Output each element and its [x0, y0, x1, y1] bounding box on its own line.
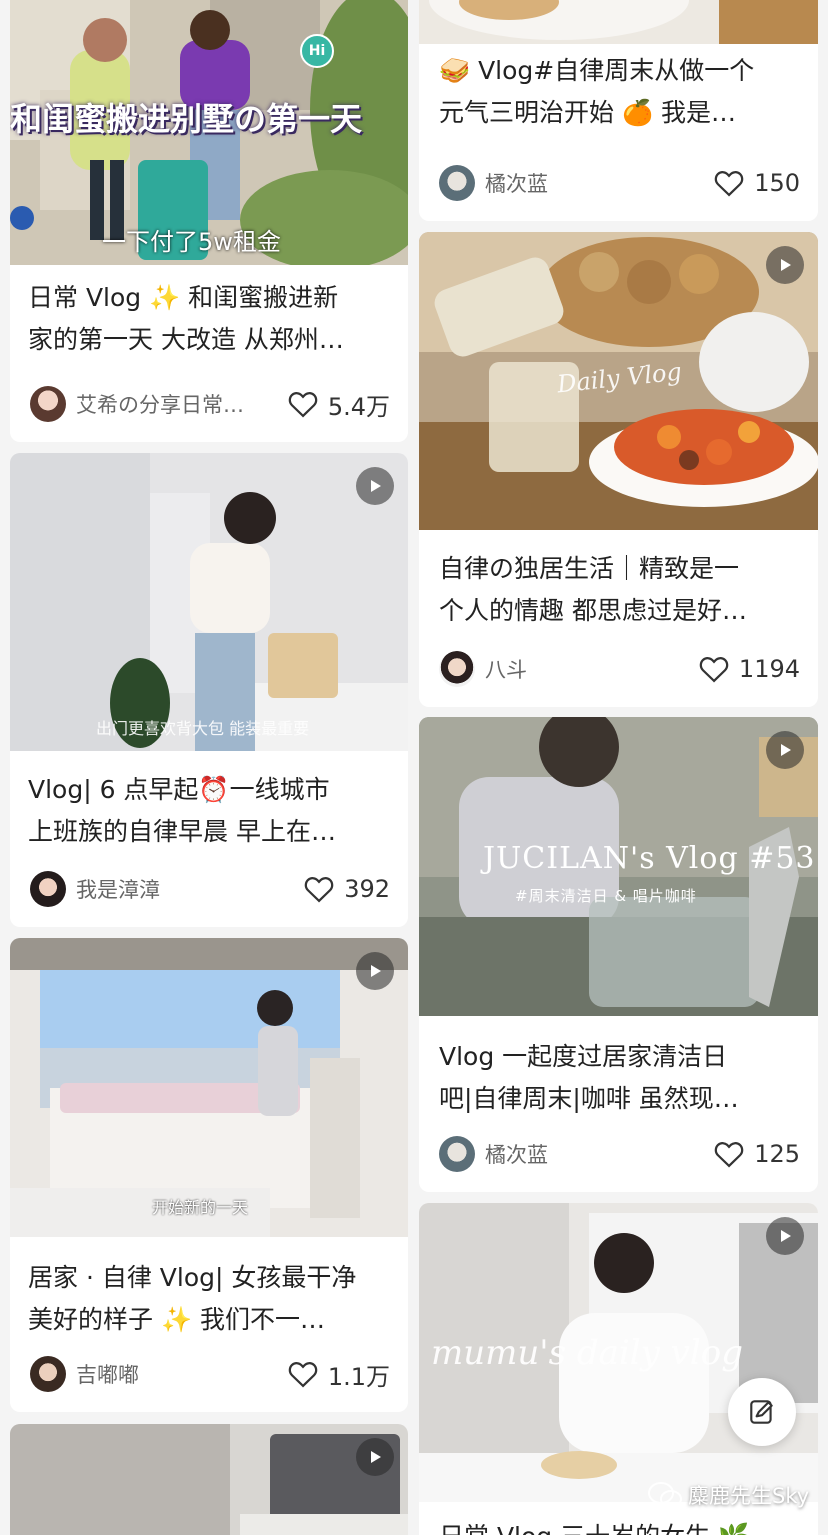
video-card[interactable]: JUCILAN's Vlog #53 #周末清洁日 & 唱片咖啡 Vlog 一起…: [419, 717, 818, 1192]
card-thumbnail[interactable]: mumu's daily vlog: [419, 1203, 818, 1502]
overlay-title: 和闺蜜搬进别墅の第一天: [10, 100, 363, 138]
card-thumbnail[interactable]: [419, 0, 818, 44]
author-name[interactable]: 我是漳漳: [76, 874, 304, 904]
thumbnail-scene: [10, 453, 408, 751]
play-button[interactable]: [766, 731, 804, 769]
card-thumbnail[interactable]: [10, 1424, 408, 1535]
compose-button[interactable]: [728, 1378, 796, 1446]
card-title-line: Vlog| 6 点早起⏰一线城市: [28, 775, 330, 804]
card-title-line: 日常 Vlog ✨ 和闺蜜搬进新: [28, 283, 339, 312]
thumbnail-scene: [419, 0, 818, 44]
overlay-subtitle: #周末清洁日 & 唱片咖啡: [515, 887, 697, 905]
card-title-line: Vlog 一起度过居家清洁日: [439, 1042, 728, 1071]
author-name[interactable]: 艾希の分享日常…: [76, 389, 288, 419]
video-card[interactable]: 🥪 Vlog#自律周末从做一个 元气三明治开始 🍊 我是… 橘次蓝 150: [419, 0, 818, 221]
heart-icon: [304, 877, 334, 903]
card-title-line: 家的第一天 大改造 从郑州…: [28, 325, 344, 354]
card-thumbnail[interactable]: 开始新的一天: [10, 938, 408, 1237]
overlay-subtitle: 一下付了5w租金: [102, 228, 281, 256]
card-title-line: 元气三明治开始 🍊 我是…: [439, 98, 737, 127]
card-title-line: 自律の独居生活｜精致是一: [439, 554, 740, 583]
play-icon: [781, 1230, 791, 1242]
play-icon: [371, 480, 381, 492]
card-meta: 橘次蓝 150: [419, 163, 818, 203]
like-button[interactable]: 5.4万: [288, 387, 390, 422]
like-count: 125: [754, 1140, 800, 1168]
author-name[interactable]: 吉嘟嘟: [76, 1359, 288, 1389]
video-card[interactable]: Daily Vlog 自律の独居生活｜精致是一 个人的情趣 都思虑过是好… 八斗…: [419, 232, 818, 707]
overlay-title: JUCILAN's Vlog #53: [483, 841, 816, 876]
compose-icon: [750, 1400, 773, 1424]
avatar[interactable]: [439, 1136, 475, 1172]
heart-icon: [288, 392, 318, 418]
play-icon: [781, 744, 791, 756]
play-button[interactable]: [766, 246, 804, 284]
wechat-icon: [648, 1482, 682, 1508]
like-count: 5.4万: [327, 392, 390, 421]
like-count: 392: [344, 875, 390, 903]
like-button[interactable]: 1194: [699, 655, 800, 683]
watermark: 麋鹿先生Sky: [648, 1480, 809, 1510]
avatar[interactable]: [30, 1356, 66, 1392]
card-thumbnail[interactable]: JUCILAN's Vlog #53 #周末清洁日 & 唱片咖啡: [419, 717, 818, 1016]
like-button[interactable]: 125: [714, 1140, 800, 1168]
avatar[interactable]: [30, 386, 66, 422]
play-icon: [371, 965, 381, 977]
author-name[interactable]: 八斗: [485, 654, 699, 684]
video-card[interactable]: 出门更喜欢背大包 能装最重要 Vlog| 6 点早起⏰一线城市 上班族的自律早晨…: [10, 453, 408, 927]
avatar[interactable]: [439, 651, 475, 687]
heart-icon: [699, 657, 729, 683]
card-thumbnail[interactable]: 出门更喜欢背大包 能装最重要: [10, 453, 408, 751]
card-thumbnail[interactable]: 和闺蜜搬进别墅の第一天 一下付了5w租金 Hi: [10, 0, 408, 265]
avatar[interactable]: [30, 871, 66, 907]
author-name[interactable]: 橘次蓝: [485, 168, 714, 198]
heart-icon: [714, 1142, 744, 1168]
watermark-text: 麋鹿先生Sky: [688, 1484, 810, 1508]
like-count: 1.1万: [327, 1362, 390, 1391]
thumbnail-scene: [10, 938, 408, 1237]
heart-icon: [714, 171, 744, 197]
play-button[interactable]: [356, 952, 394, 990]
play-icon: [371, 1451, 381, 1463]
play-button[interactable]: [356, 467, 394, 505]
card-meta: 八斗 1194: [419, 649, 818, 689]
author-name[interactable]: 橘次蓝: [485, 1139, 714, 1169]
heart-icon: [288, 1362, 318, 1388]
thumbnail-scene: [10, 1424, 408, 1535]
card-title-line: 个人的情趣 都思虑过是好…: [439, 596, 747, 625]
avatar[interactable]: [439, 165, 475, 201]
card-meta: 我是漳漳 392: [10, 869, 408, 909]
like-button[interactable]: 392: [304, 875, 390, 903]
play-button[interactable]: [766, 1217, 804, 1255]
overlay-script: mumu's daily vlog: [431, 1333, 743, 1373]
card-title-line: 居家 · 自律 Vlog| 女孩最干净: [28, 1263, 357, 1292]
video-card[interactable]: 和闺蜜搬进别墅の第一天 一下付了5w租金 Hi 日常 Vlog ✨ 和闺蜜搬进新…: [10, 0, 408, 442]
play-button[interactable]: [356, 1438, 394, 1476]
hi-sticker: Hi: [300, 34, 334, 68]
like-count: 1194: [738, 655, 800, 683]
overlay-caption: 出门更喜欢背大包 能装最重要: [96, 719, 310, 738]
card-meta: 橘次蓝 125: [419, 1134, 818, 1174]
play-icon: [781, 259, 791, 271]
card-meta: 吉嘟嘟 1.1万: [10, 1354, 408, 1394]
card-title-line: 日常 Vlog 三十岁的女生 🌿: [419, 1516, 818, 1535]
card-title-line: 上班族的自律早晨 早上在…: [28, 817, 336, 846]
card-meta: 艾希の分享日常… 5.4万: [10, 384, 408, 424]
like-button[interactable]: 150: [714, 169, 800, 197]
card-title-line: 美好的样子 ✨ 我们不一…: [28, 1305, 326, 1334]
overlay-caption: 开始新的一天: [152, 1198, 249, 1217]
like-count: 150: [754, 169, 800, 197]
video-card[interactable]: [10, 1424, 408, 1535]
card-title-line: 吧|自律周末|咖啡 虽然现…: [439, 1084, 739, 1113]
card-thumbnail[interactable]: Daily Vlog: [419, 232, 818, 530]
video-card[interactable]: 开始新的一天 居家 · 自律 Vlog| 女孩最干净 美好的样子 ✨ 我们不一……: [10, 938, 408, 1412]
card-title-line: 🥪 Vlog#自律周末从做一个: [439, 56, 755, 85]
like-button[interactable]: 1.1万: [288, 1357, 390, 1392]
feed: 和闺蜜搬进别墅の第一天 一下付了5w租金 Hi 日常 Vlog ✨ 和闺蜜搬进新…: [0, 0, 828, 1535]
